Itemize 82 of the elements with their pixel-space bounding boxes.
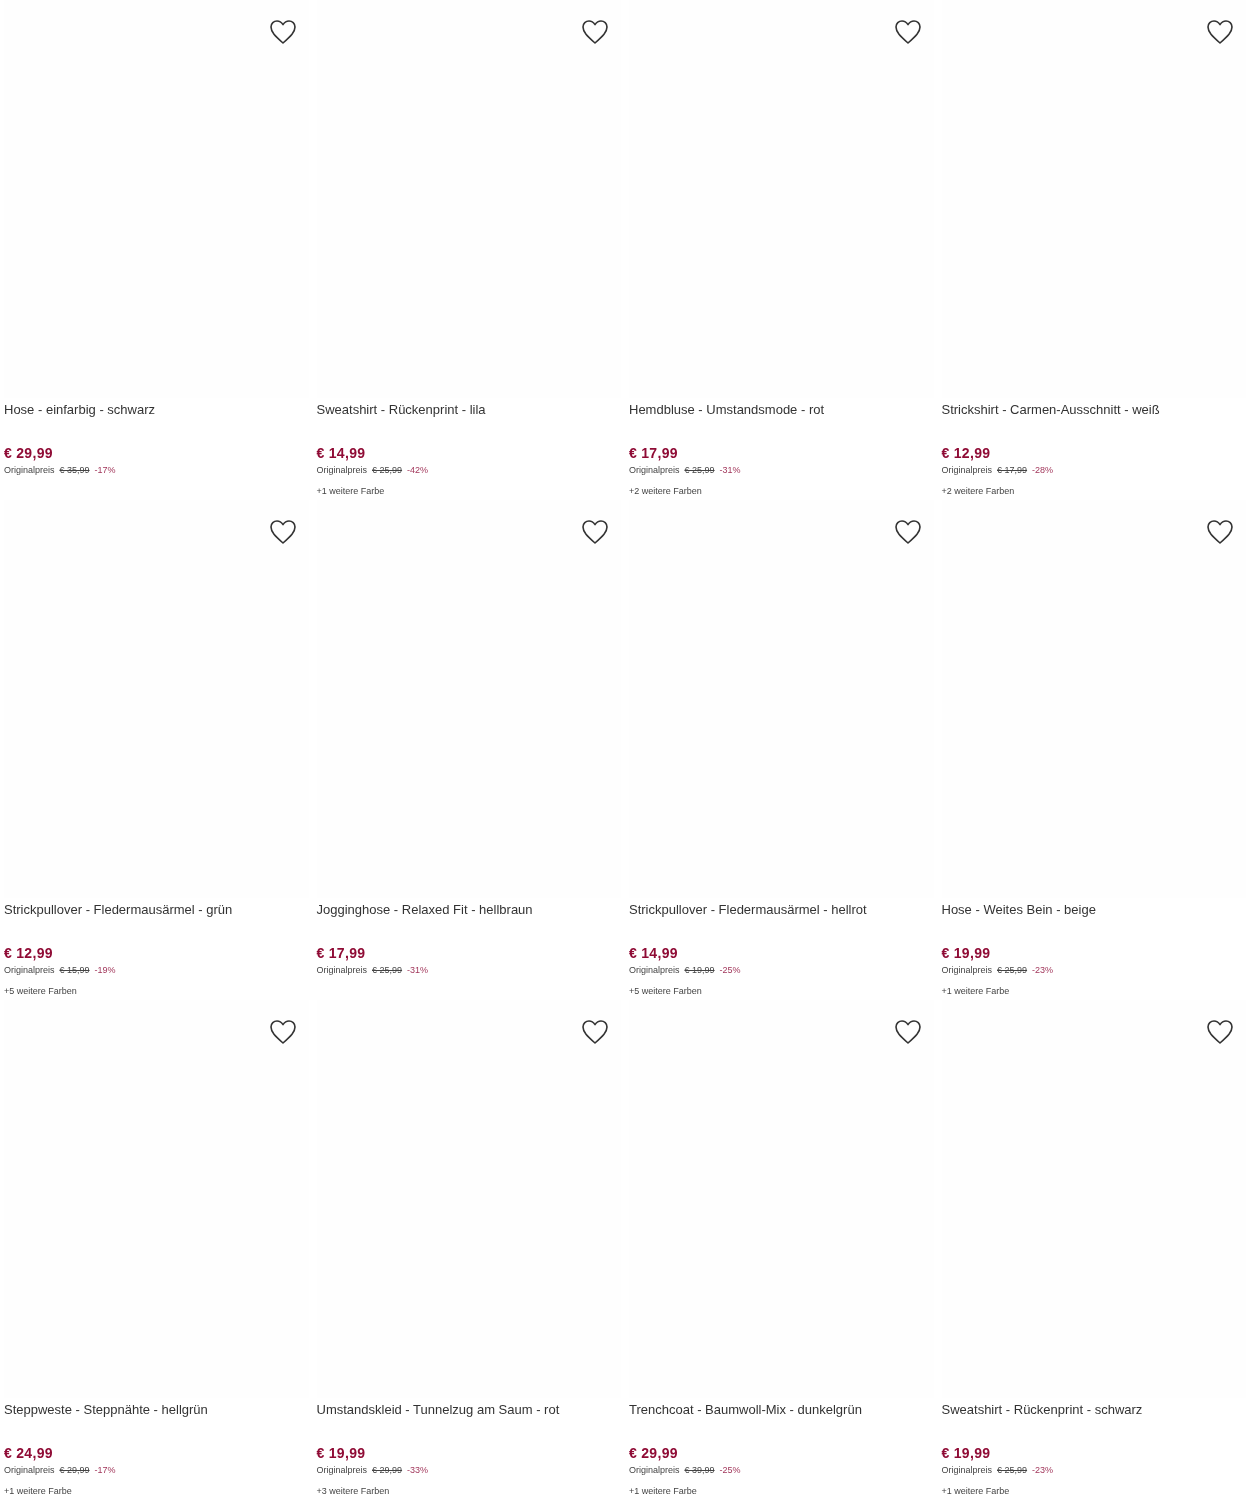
original-price: € 39,99 — [684, 1464, 715, 1477]
original-price: € 35,99 — [59, 464, 90, 477]
product-title[interactable]: Trenchcoat - Baumwoll-Mix - dunkelgrün — [629, 1398, 862, 1422]
more-colors-text: +5 weitere Farben — [4, 985, 77, 997]
more-colors-text: +1 weitere Farbe — [316, 485, 385, 497]
product-title[interactable]: Hose - einfarbig - schwarz — [4, 398, 155, 422]
original-price-label: Originalpreis — [316, 464, 368, 477]
price: € 12,99 — [941, 444, 991, 463]
original-price-label: Originalpreis — [4, 464, 55, 477]
heart-icon[interactable] — [893, 19, 922, 45]
price: € 19,99 — [316, 1444, 366, 1463]
discount: -33% — [407, 1464, 429, 1477]
original-price-label: Originalpreis — [941, 464, 993, 477]
original-price-label: Originalpreis — [4, 1464, 55, 1477]
original-price: € 19,99 — [684, 964, 715, 977]
price: € 19,99 — [941, 944, 991, 963]
price: € 19,99 — [941, 1444, 991, 1463]
heart-icon[interactable] — [268, 19, 297, 45]
discount: -25% — [719, 1464, 741, 1477]
more-colors-text: +1 weitere Farbe — [941, 985, 1010, 997]
original-price-label: Originalpreis — [316, 1464, 368, 1477]
discount: -23% — [1032, 964, 1054, 977]
heart-icon[interactable] — [268, 519, 297, 545]
original-price-label: Originalpreis — [4, 964, 55, 977]
product-title[interactable]: Jogginghose - Relaxed Fit - hellbraun — [316, 898, 533, 922]
price: € 24,99 — [4, 1444, 53, 1463]
more-colors-text: +2 weitere Farben — [629, 485, 702, 497]
price: € 14,99 — [629, 944, 678, 963]
discount: -19% — [94, 964, 116, 977]
original-price: € 25,99 — [372, 964, 403, 977]
product-title[interactable]: Hemdbluse - Umstandsmode - rot — [629, 398, 825, 422]
product-title[interactable]: Sweatshirt - Rückenprint - schwarz — [941, 1398, 1143, 1422]
price: € 17,99 — [316, 944, 366, 963]
discount: -17% — [94, 1464, 116, 1477]
heart-icon[interactable] — [893, 519, 922, 545]
discount: -23% — [1032, 1464, 1054, 1477]
product-title[interactable]: Sweatshirt - Rückenprint - lila — [316, 398, 486, 422]
original-price: € 29,99 — [59, 1464, 90, 1477]
original-price-label: Originalpreis — [629, 964, 680, 977]
price: € 29,99 — [629, 1444, 678, 1463]
heart-icon[interactable] — [1206, 1019, 1234, 1045]
product-title[interactable]: Steppweste - Steppnähte - hellgrün — [4, 1398, 208, 1422]
more-colors-text: +1 weitere Farbe — [941, 1485, 1010, 1497]
heart-icon[interactable] — [581, 19, 609, 45]
product-title[interactable]: Strickshirt - Carmen-Ausschnitt - weiß — [941, 398, 1160, 422]
heart-icon[interactable] — [581, 1019, 609, 1045]
original-price-label: Originalpreis — [316, 964, 368, 977]
original-price-label: Originalpreis — [941, 964, 993, 977]
original-price: € 15,99 — [59, 964, 90, 977]
heart-icon[interactable] — [1206, 19, 1234, 45]
discount: -31% — [719, 464, 741, 477]
original-price: € 17,99 — [997, 464, 1028, 477]
more-colors-text: +2 weitere Farben — [941, 485, 1015, 497]
original-price: € 25,99 — [372, 464, 403, 477]
more-colors-text: +5 weitere Farben — [629, 985, 702, 997]
heart-icon[interactable] — [581, 519, 609, 545]
price: € 12,99 — [4, 944, 53, 963]
discount: -28% — [1032, 464, 1054, 477]
price: € 17,99 — [629, 444, 678, 463]
more-colors-text: +1 weitere Farbe — [629, 1485, 697, 1497]
more-colors-text: +1 weitere Farbe — [4, 1485, 72, 1497]
discount: -31% — [407, 964, 429, 977]
heart-icon[interactable] — [268, 1019, 297, 1045]
more-colors-text: +3 weitere Farben — [316, 1485, 390, 1497]
discount: -17% — [94, 464, 116, 477]
product-title[interactable]: Hose - Weites Bein - beige — [941, 898, 1096, 922]
original-price-label: Originalpreis — [941, 1464, 993, 1477]
discount: -25% — [719, 964, 741, 977]
original-price-label: Originalpreis — [629, 464, 680, 477]
original-price: € 25,99 — [997, 1464, 1028, 1477]
product-title[interactable]: Strickpullover - Fledermausärmel - hellrot — [629, 898, 867, 922]
heart-icon[interactable] — [1206, 519, 1234, 545]
original-price: € 25,99 — [997, 964, 1028, 977]
price: € 14,99 — [316, 444, 366, 463]
original-price: € 25,99 — [684, 464, 715, 477]
product-title[interactable]: Umstandskleid - Tunnelzug am Saum - rot — [316, 1398, 560, 1422]
price: € 29,99 — [4, 444, 53, 463]
heart-icon[interactable] — [893, 1019, 922, 1045]
discount: -42% — [407, 464, 429, 477]
original-price: € 29,99 — [372, 1464, 403, 1477]
product-title[interactable]: Strickpullover - Fledermausärmel - grün — [4, 898, 233, 922]
original-price-label: Originalpreis — [629, 1464, 680, 1477]
